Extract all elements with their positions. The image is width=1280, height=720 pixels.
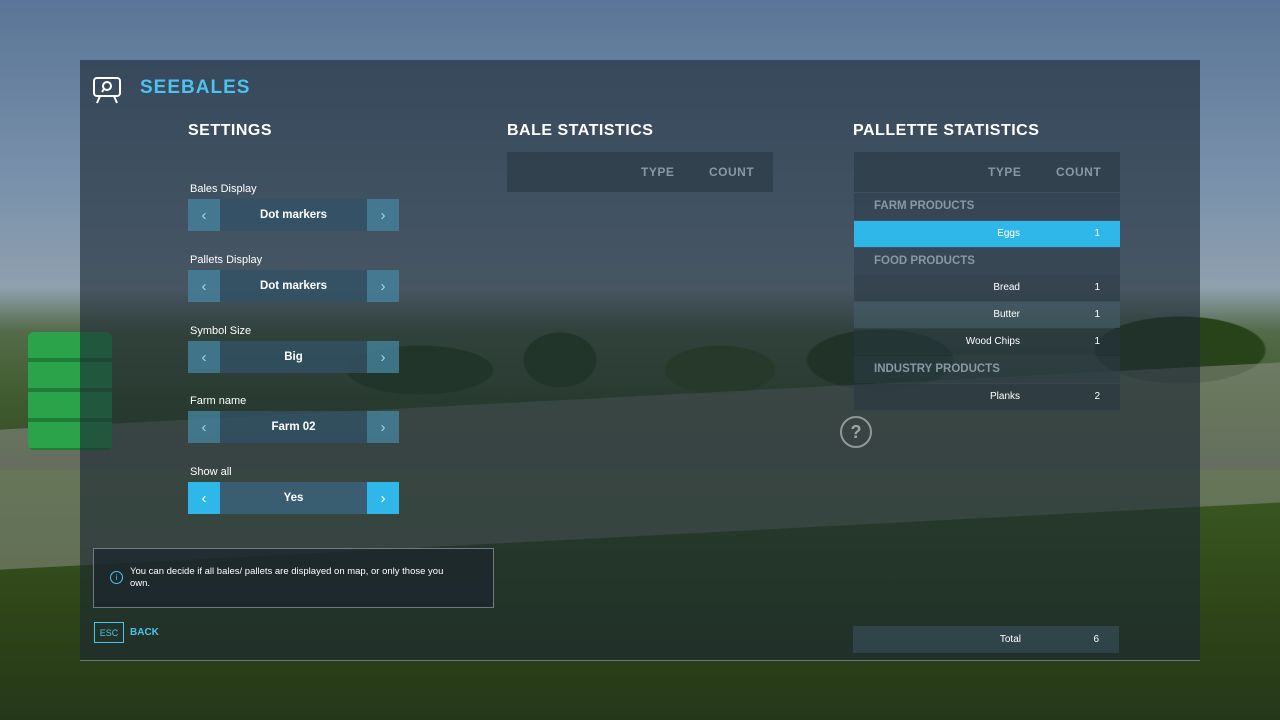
show-all-value: Yes xyxy=(220,482,367,514)
help-icon[interactable]: ? xyxy=(840,416,872,448)
chevron-left-icon[interactable]: ‹ xyxy=(188,482,220,514)
category-industry-products: INDUSTRY PRODUCTS xyxy=(854,356,1120,383)
pallets-display-value: Dot markers xyxy=(220,270,367,302)
pallet-type-col: TYPE xyxy=(988,165,1022,179)
pallet-count-col: COUNT xyxy=(1056,165,1102,179)
symbol-size-label: Symbol Size xyxy=(190,325,252,337)
info-tooltip: i You can decide if all bales/ pallets a… xyxy=(93,548,494,608)
category-food-products: FOOD PRODUCTS xyxy=(854,248,1120,275)
chevron-left-icon[interactable]: ‹ xyxy=(188,411,220,443)
row-count: 1 xyxy=(1094,228,1100,239)
row-count: 1 xyxy=(1094,336,1100,347)
back-button[interactable]: BACK xyxy=(130,627,159,638)
bales-display-label: Bales Display xyxy=(190,183,257,195)
farm-name-value: Farm 02 xyxy=(220,411,367,443)
pallette-statistics-title: PALLETTE STATISTICS xyxy=(853,122,1040,139)
bale-count-col: COUNT xyxy=(709,165,755,179)
farm-name-label: Farm name xyxy=(190,395,247,407)
chevron-right-icon[interactable]: › xyxy=(367,482,399,514)
row-type: Butter xyxy=(993,309,1020,320)
row-count: 1 xyxy=(1094,309,1100,320)
symbol-size-value: Big xyxy=(220,341,367,373)
show-all-label: Show all xyxy=(190,466,232,478)
map-board-icon xyxy=(93,77,121,104)
info-icon: i xyxy=(110,571,123,584)
esc-key-badge[interactable]: ESC xyxy=(94,622,124,643)
table-row[interactable]: Wood Chips 1 xyxy=(854,329,1120,355)
bales-display-stepper[interactable]: ‹ Dot markers › xyxy=(188,199,399,231)
chevron-right-icon[interactable]: › xyxy=(367,341,399,373)
table-row[interactable]: Bread 1 xyxy=(854,275,1120,301)
bale-stats-header: TYPE COUNT xyxy=(507,152,773,192)
settings-title: SETTINGS xyxy=(188,122,273,139)
pallet-stats-header: TYPE COUNT xyxy=(854,152,1120,192)
row-type: Planks xyxy=(989,391,1020,402)
table-row[interactable]: Planks 2 xyxy=(854,384,1120,410)
total-count: 6 xyxy=(1093,634,1099,645)
bale-type-col: TYPE xyxy=(641,165,675,179)
show-all-stepper[interactable]: ‹ Yes › xyxy=(188,482,399,514)
chevron-right-icon[interactable]: › xyxy=(367,199,399,231)
row-type: Eggs xyxy=(997,228,1020,239)
row-count: 1 xyxy=(1094,282,1100,293)
tooltip-text: You can decide if all bales/ pallets are… xyxy=(130,566,444,589)
bales-display-value: Dot markers xyxy=(220,199,367,231)
row-type: Wood Chips xyxy=(965,336,1020,347)
total-label: Total xyxy=(999,634,1021,645)
bale-statistics-title: BALE STATISTICS xyxy=(507,122,654,139)
chevron-left-icon[interactable]: ‹ xyxy=(188,199,220,231)
row-count: 2 xyxy=(1094,391,1100,402)
chevron-left-icon[interactable]: ‹ xyxy=(188,270,220,302)
chevron-right-icon[interactable]: › xyxy=(367,411,399,443)
pallets-display-stepper[interactable]: ‹ Dot markers › xyxy=(188,270,399,302)
category-farm-products: FARM PRODUCTS xyxy=(854,193,1120,220)
symbol-size-stepper[interactable]: ‹ Big › xyxy=(188,341,399,373)
pallets-display-label: Pallets Display xyxy=(190,254,263,266)
total-row: Total 6 xyxy=(853,626,1119,653)
chevron-left-icon[interactable]: ‹ xyxy=(188,341,220,373)
row-type: Bread xyxy=(993,282,1020,293)
chevron-right-icon[interactable]: › xyxy=(367,270,399,302)
table-row[interactable]: Eggs 1 xyxy=(854,221,1120,247)
page-title: SEEBALES xyxy=(140,77,251,98)
table-row[interactable]: Butter 1 xyxy=(854,302,1120,328)
farm-name-stepper[interactable]: ‹ Farm 02 › xyxy=(188,411,399,443)
